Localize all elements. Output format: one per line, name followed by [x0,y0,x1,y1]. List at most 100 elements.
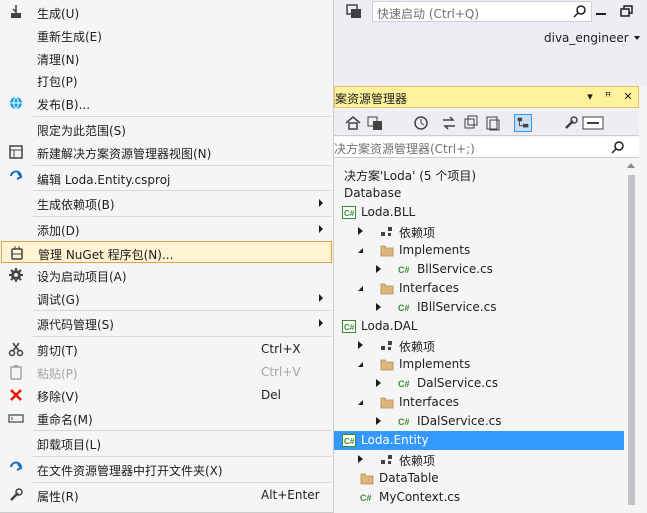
menu-item-label: 编辑 Loda.Entity.csproj [37,172,171,187]
pin-icon[interactable]: ꟸ [601,89,615,105]
tree-item[interactable]: C# Loda.BLL [334,203,624,222]
menu-item[interactable]: 添加(D) [1,218,332,240]
tree-item-label: 依赖项 [399,454,436,468]
dropdown-icon[interactable]: ▾ [583,89,597,105]
scroll-up-icon[interactable] [627,163,635,168]
tree-item[interactable]: 依赖项 [334,336,624,355]
menu-item-shortcut: Alt+Enter [261,488,320,502]
tree-item[interactable]: Interfaces [334,279,624,298]
menu-item[interactable]: 生成依赖项(B) [1,192,332,214]
tree-scrollbar[interactable] [624,159,639,513]
menu-item[interactable]: 移除(V) Del [1,384,332,406]
tree-item[interactable]: C# Loda.Entity [334,431,624,450]
menu-separator [33,216,331,218]
tree-item[interactable]: 决方案'Loda' (5 个项目) [334,165,624,184]
menu-item-label: 调试(G) [37,292,80,307]
tree-item[interactable]: C# Loda.DAL [334,317,624,336]
svg-text:C#: C# [344,323,355,332]
menu-item-shortcut: Del [261,387,281,402]
csharp-file-icon: C# [398,377,412,390]
tree-item[interactable]: 依赖项 [334,222,624,241]
collapsed-arrow-icon[interactable] [358,227,363,235]
tree-item[interactable]: Interfaces [334,393,624,412]
tree-item[interactable]: 依赖项 [334,450,624,469]
menu-item[interactable]: 在文件资源管理器中打开文件夹(X) [1,458,332,480]
menu-item[interactable]: 重命名(M) [1,407,332,429]
refresh-icon [8,461,24,477]
menu-item-label: 管理 NuGet 程序包(N)... [38,248,174,262]
menu-item[interactable]: 生成(U) [1,1,332,23]
menu-separator [33,190,331,192]
menu-item[interactable]: 新建解决方案资源管理器视图(N) [1,141,332,163]
collapse-all-icon[interactable] [462,114,480,132]
tree-item[interactable]: Implements [334,241,624,260]
tree-item[interactable]: Implements [334,355,624,374]
expanded-arrow-icon[interactable] [358,286,363,291]
history-icon[interactable] [412,114,430,132]
menu-item[interactable]: 属性(R) Alt+Enter [1,484,332,506]
tree-item[interactable]: C# BllService.cs [334,260,624,279]
scissors-icon [8,341,24,357]
tree-item-label: Loda.BLL [361,205,416,219]
feedback-flag-icon[interactable] [344,3,364,21]
user-account-name[interactable]: diva_engineer [544,31,629,45]
menu-item[interactable]: 卸载项目(L) [1,432,332,454]
menu-item-shortcut: Ctrl+V [261,365,301,379]
home-icon[interactable] [344,114,362,132]
scrollbar-thumb[interactable] [628,175,635,505]
menu-item-label: 设为启动项目(A) [37,269,127,284]
menu-item[interactable]: 限定为此范围(S) [1,118,332,140]
menu-item[interactable]: 调试(G) [1,287,332,309]
tree-item[interactable]: C# DalService.cs [334,374,624,393]
restore-button[interactable] [616,2,638,20]
menu-item[interactable]: 设为启动项目(A) [1,264,332,286]
tree-item[interactable]: DataTable [334,469,624,488]
explorer-search-input[interactable]: 决方案资源管理器(Ctrl+;) [334,137,639,158]
properties-wrench-icon[interactable] [562,114,580,132]
menu-item[interactable]: 剪切(T) Ctrl+X [1,338,332,360]
close-icon[interactable]: ✕ [621,89,635,105]
collapsed-arrow-icon[interactable] [376,417,381,425]
chevron-down-icon[interactable] [634,36,640,40]
preview-selected-icon[interactable] [582,114,604,132]
tree-item[interactable]: C# IDalService.cs [334,412,624,431]
search-icon [611,141,624,154]
collapsed-arrow-icon[interactable] [376,379,381,387]
collapsed-arrow-icon[interactable] [376,265,381,273]
svg-text:C#: C# [344,437,355,446]
menu-item[interactable]: 编辑 Loda.Entity.csproj [1,167,332,189]
minimize-button[interactable] [590,2,612,20]
tree-item-label: 决方案'Loda' (5 个项目) [344,169,477,183]
collapsed-arrow-icon[interactable] [358,341,363,349]
menu-item-label: 发布(B)... [37,98,91,113]
collapsed-arrow-icon[interactable] [358,455,363,463]
menu-item-label: 粘贴(P) [37,367,78,381]
menu-item-label: 重新生成(E) [37,29,102,44]
expanded-arrow-icon[interactable] [358,400,363,405]
switch-views-icon[interactable] [366,114,384,132]
tree-item[interactable]: Database [334,184,624,203]
nuget-icon [9,245,25,261]
menu-item[interactable]: 发布(B)... [1,92,332,114]
menu-item[interactable]: 重新生成(E) [1,24,332,46]
menu-separator [33,430,331,432]
collapsed-arrow-icon[interactable] [376,303,381,311]
preview-tree-icon[interactable] [514,114,532,132]
explorer-toolbar [334,110,639,136]
quick-launch-placeholder: 快速启动 (Ctrl+Q) [377,7,480,21]
menu-item[interactable]: 打包(P) [1,69,332,91]
menu-item[interactable]: 清理(N) [1,47,332,69]
panel-title: 案资源管理器 [335,92,408,106]
expanded-arrow-icon[interactable] [358,248,363,253]
tree-item[interactable]: C# MyContext.cs [334,488,624,507]
menu-separator [33,482,331,483]
sync-icon[interactable] [440,114,458,132]
menu-item[interactable]: 源代码管理(S) [1,312,332,334]
quick-launch-input[interactable]: 快速启动 (Ctrl+Q) [372,1,592,22]
show-all-files-icon[interactable] [484,114,502,132]
tree-item-label: IBllService.cs [417,300,497,314]
tree-item[interactable]: C# IBllService.cs [334,298,624,317]
expanded-arrow-icon[interactable] [358,362,363,367]
menu-item-label: 清理(N) [37,52,80,67]
menu-item[interactable]: 管理 NuGet 程序包(N)... [1,241,332,263]
